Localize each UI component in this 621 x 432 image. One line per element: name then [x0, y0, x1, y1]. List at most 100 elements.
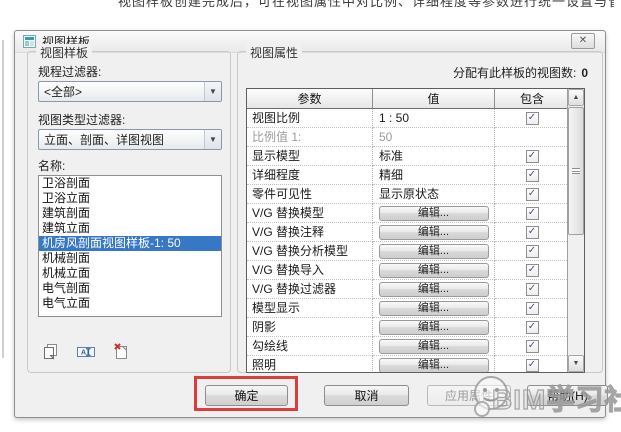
- list-item[interactable]: 机房风剖面视图样板-1: 50: [39, 236, 221, 251]
- discipline-filter-combo[interactable]: <全部> ▼: [38, 81, 222, 102]
- value-cell: 50: [373, 128, 495, 147]
- include-checkbox[interactable]: [526, 283, 539, 296]
- view-templates-group: 视图样板 规程过滤器: <全部> ▼ 视图类型过滤器: 立面、剖面、详图视图 ▼…: [27, 51, 231, 373]
- table-row: V/G 替换分析模型 编辑...: [247, 242, 569, 261]
- names-listbox[interactable]: 卫浴剖面卫浴立面建筑剖面建筑立面机房风剖面视图样板-1: 50机械剖面机械立面电…: [38, 175, 222, 317]
- table-row: 勾绘线 编辑...: [247, 337, 569, 356]
- scroll-up-icon[interactable]: ▲: [568, 89, 584, 106]
- value-cell: 编辑...: [373, 242, 495, 261]
- list-item[interactable]: 建筑立面: [39, 221, 221, 236]
- value-cell: 编辑...: [373, 204, 495, 223]
- value-cell: 编辑...: [373, 261, 495, 280]
- list-item[interactable]: 卫浴立面: [39, 191, 221, 206]
- include-cell: [495, 337, 569, 356]
- list-item[interactable]: 电气剖面: [39, 281, 221, 296]
- include-cell: [495, 299, 569, 318]
- value-cell: 编辑...: [373, 299, 495, 318]
- table-row: 比例值 1: 50: [247, 128, 569, 147]
- include-checkbox[interactable]: [526, 112, 539, 125]
- include-checkbox[interactable]: [526, 207, 539, 220]
- scroll-down-icon[interactable]: ▼: [568, 355, 584, 372]
- cropped-text-line: 视图样板创建完成后，可在视图属性中对比例、详细程度等参数进行统一设置与管理，然后…: [118, 0, 614, 8]
- list-item[interactable]: 卫浴剖面: [39, 176, 221, 191]
- edit-button[interactable]: 编辑...: [379, 339, 489, 354]
- include-checkbox[interactable]: [526, 321, 539, 334]
- table-row: 照明 编辑...: [247, 356, 569, 372]
- delete-icon[interactable]: [110, 341, 132, 363]
- ok-button[interactable]: 确定: [205, 385, 288, 406]
- include-cell: [495, 204, 569, 223]
- include-cell: [495, 242, 569, 261]
- include-cell: [495, 109, 569, 128]
- table-row: V/G 替换导入 编辑...: [247, 261, 569, 280]
- value-cell: 编辑...: [373, 337, 495, 356]
- view-type-filter-label: 视图类型过滤器:: [38, 111, 125, 128]
- view-type-filter-combo[interactable]: 立面、剖面、详图视图 ▼: [38, 129, 222, 150]
- table-scrollbar[interactable]: ▲ ▼: [567, 89, 584, 372]
- include-checkbox[interactable]: [526, 150, 539, 163]
- list-item[interactable]: 电气立面: [39, 296, 221, 311]
- include-checkbox[interactable]: [526, 264, 539, 277]
- include-cell: [495, 261, 569, 280]
- include-cell: [495, 147, 569, 166]
- list-item[interactable]: 机械立面: [39, 266, 221, 281]
- edit-button[interactable]: 编辑...: [379, 225, 489, 240]
- app-icon: [23, 35, 36, 48]
- apply-properties-button[interactable]: 应用属性: [427, 385, 511, 406]
- value-cell: 显示原状态: [373, 185, 495, 204]
- properties-table-body: 视图比例 1 : 50 比例值 1: 50 显示模型 标准 详细程度 精细: [247, 109, 569, 372]
- chevron-down-icon[interactable]: ▼: [204, 130, 221, 149]
- dialog-titlebar[interactable]: 视图样板 ✕: [15, 31, 605, 53]
- value-cell: 编辑...: [373, 223, 495, 242]
- view-type-filter-value: 立面、剖面、详图视图: [39, 131, 204, 148]
- value-cell: 编辑...: [373, 356, 495, 372]
- edit-button[interactable]: 编辑...: [379, 206, 489, 221]
- include-cell: [495, 185, 569, 204]
- edit-button[interactable]: 编辑...: [379, 282, 489, 297]
- edit-button[interactable]: 编辑...: [379, 320, 489, 335]
- help-button[interactable]: 帮助(H): [527, 385, 608, 406]
- group-label: 视图属性: [246, 44, 302, 61]
- param-cell: 详细程度: [247, 166, 373, 185]
- value-cell: 标准: [373, 147, 495, 166]
- assigned-views-count: 分配有此样板的视图数:0: [453, 64, 588, 81]
- group-label: 视图样板: [36, 44, 92, 61]
- edit-button[interactable]: 编辑...: [379, 358, 489, 372]
- edit-button[interactable]: 编辑...: [379, 301, 489, 316]
- include-cell: [495, 223, 569, 242]
- param-cell: 显示模型: [247, 147, 373, 166]
- names-label: 名称:: [38, 157, 65, 174]
- chevron-down-icon[interactable]: ▼: [204, 82, 221, 101]
- header-param: 参数: [247, 89, 373, 109]
- list-item[interactable]: 机械剖面: [39, 251, 221, 266]
- header-value: 值: [373, 89, 495, 109]
- include-cell: [495, 318, 569, 337]
- param-cell: 阴影: [247, 318, 373, 337]
- rename-icon[interactable]: A: [75, 341, 97, 363]
- include-checkbox[interactable]: [526, 245, 539, 258]
- view-properties-group: 视图属性 分配有此样板的视图数:0 参数 值 包含 视图比例 1 : 50 比例: [237, 51, 603, 373]
- cancel-button[interactable]: 取消: [324, 385, 409, 406]
- include-checkbox[interactable]: [526, 302, 539, 315]
- table-row: 模型显示 编辑...: [247, 299, 569, 318]
- table-row: 零件可见性 显示原状态: [247, 185, 569, 204]
- param-cell: 零件可见性: [247, 185, 373, 204]
- table-header-row: 参数 值 包含: [247, 89, 569, 109]
- include-checkbox[interactable]: [526, 340, 539, 353]
- include-checkbox[interactable]: [526, 169, 539, 182]
- param-cell: V/G 替换导入: [247, 261, 373, 280]
- include-checkbox[interactable]: [526, 359, 539, 372]
- scrollbar-thumb[interactable]: [568, 107, 584, 235]
- properties-table: 参数 值 包含 视图比例 1 : 50 比例值 1: 50 显示模型 标准: [246, 88, 585, 373]
- include-cell: [495, 166, 569, 185]
- view-template-dialog: 视图样板 ✕ 视图样板 规程过滤器: <全部> ▼ 视图类型过滤器: 立面、剖面…: [14, 30, 606, 418]
- edit-button[interactable]: 编辑...: [379, 244, 489, 259]
- include-checkbox[interactable]: [526, 226, 539, 239]
- edit-button[interactable]: 编辑...: [379, 263, 489, 278]
- include-cell: [495, 280, 569, 299]
- close-button[interactable]: ✕: [571, 33, 595, 49]
- include-checkbox[interactable]: [526, 188, 539, 201]
- list-item[interactable]: 建筑剖面: [39, 206, 221, 221]
- param-cell: V/G 替换过滤器: [247, 280, 373, 299]
- duplicate-icon[interactable]: [40, 341, 62, 363]
